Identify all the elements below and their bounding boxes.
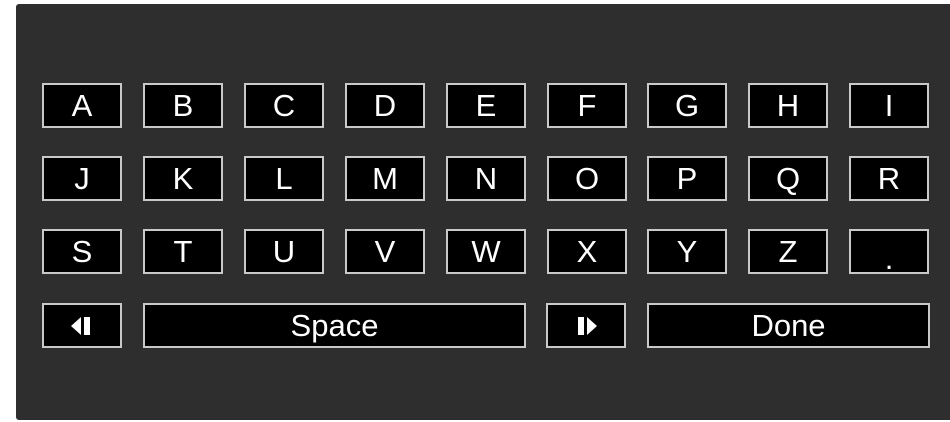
key-label: M [372, 161, 398, 196]
key-label: P [676, 161, 698, 196]
key-label: X [576, 234, 598, 269]
key-label: V [374, 234, 396, 269]
key-k[interactable]: K [143, 156, 223, 201]
key-label: G [674, 88, 700, 123]
done-label: Done [751, 308, 826, 343]
key-d[interactable]: D [345, 83, 425, 128]
key-label: S [71, 234, 93, 269]
key-h[interactable]: H [748, 83, 828, 128]
key-m[interactable]: M [345, 156, 425, 201]
key-label: J [74, 161, 90, 196]
key-g[interactable]: G [647, 83, 727, 128]
key-c[interactable]: C [244, 83, 324, 128]
key-label: B [172, 88, 194, 123]
key-label: N [474, 161, 498, 196]
key-label: A [71, 88, 93, 123]
key-label: U [272, 234, 296, 269]
key-n[interactable]: N [446, 156, 526, 201]
key-y[interactable]: Y [647, 229, 727, 274]
key-label: . [884, 241, 894, 276]
key-a[interactable]: A [42, 83, 122, 128]
key-p[interactable]: P [647, 156, 727, 201]
key-v[interactable]: V [345, 229, 425, 274]
key-j[interactable]: J [42, 156, 122, 201]
key-label: E [475, 88, 497, 123]
done-button[interactable]: Done [647, 303, 930, 348]
cursor-left-icon [69, 315, 95, 337]
key-label: Q [775, 161, 801, 196]
cursor-right-icon [573, 315, 599, 337]
key-e[interactable]: E [446, 83, 526, 128]
key-t[interactable]: T [143, 229, 223, 274]
space-button[interactable]: Space [143, 303, 526, 348]
key-l[interactable]: L [244, 156, 324, 201]
key-x[interactable]: X [547, 229, 627, 274]
key-label: O [574, 161, 600, 196]
cursor-right-button[interactable] [546, 303, 626, 348]
key-period[interactable]: . [849, 229, 929, 274]
key-i[interactable]: I [849, 83, 929, 128]
on-screen-keyboard [16, 4, 950, 420]
key-u[interactable]: U [244, 229, 324, 274]
key-label: I [884, 88, 894, 123]
key-f[interactable]: F [547, 83, 627, 128]
key-label: D [373, 88, 397, 123]
key-o[interactable]: O [547, 156, 627, 201]
key-label: C [272, 88, 296, 123]
key-label: F [577, 88, 597, 123]
cursor-left-button[interactable] [42, 303, 122, 348]
key-q[interactable]: Q [748, 156, 828, 201]
key-s[interactable]: S [42, 229, 122, 274]
key-label: H [776, 88, 800, 123]
key-z[interactable]: Z [748, 229, 828, 274]
key-label: Z [778, 234, 798, 269]
key-label: T [173, 234, 193, 269]
key-b[interactable]: B [143, 83, 223, 128]
key-label: W [471, 234, 501, 269]
key-label: K [172, 161, 194, 196]
key-r[interactable]: R [849, 156, 929, 201]
key-label: Y [676, 234, 698, 269]
key-label: R [877, 161, 901, 196]
key-w[interactable]: W [446, 229, 526, 274]
key-label: L [275, 161, 293, 196]
space-label: Space [290, 308, 379, 343]
